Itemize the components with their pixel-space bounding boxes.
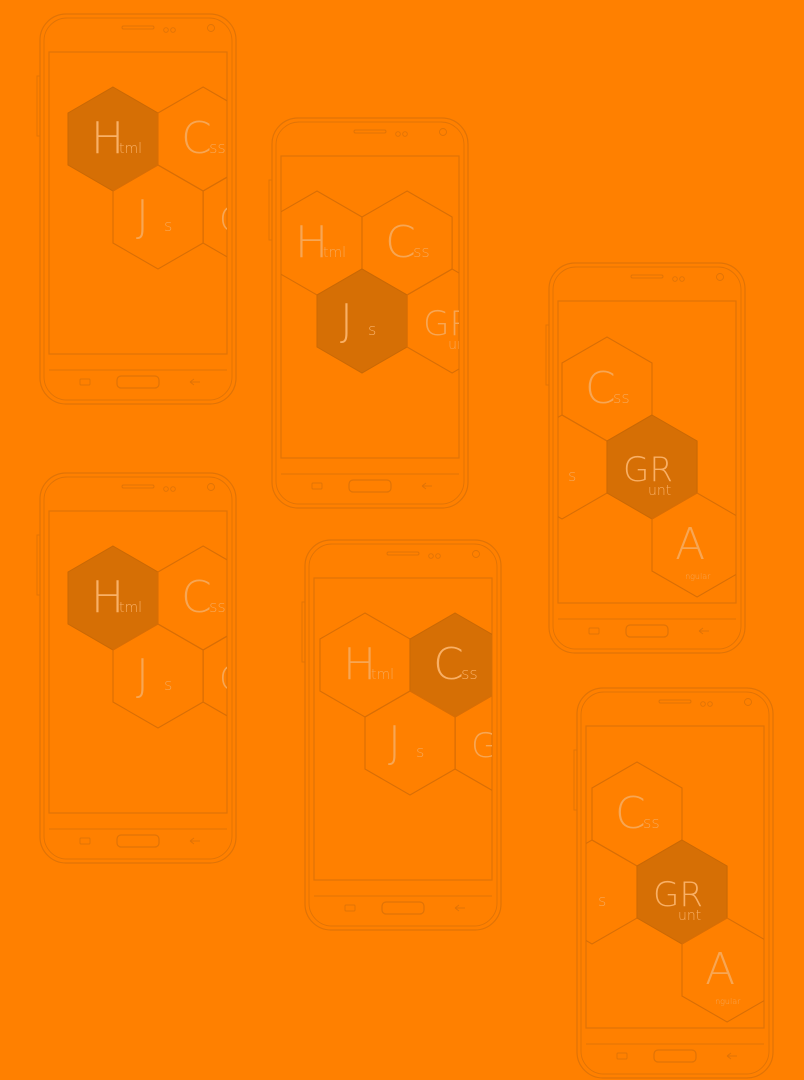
speaker-grille xyxy=(630,274,664,279)
tile-css-suffix: ss xyxy=(613,388,630,407)
tile-html-suffix: tml xyxy=(119,600,142,616)
front-camera-icon xyxy=(207,483,215,491)
tile-css-initial: C xyxy=(615,788,646,839)
tile-css-initial: C xyxy=(181,113,212,164)
tile-js-suffix: s xyxy=(598,891,606,910)
tile-grunt-initial: GR xyxy=(471,726,521,766)
tile-css-suffix: ss xyxy=(461,664,478,683)
recent-apps-icon xyxy=(79,378,91,386)
tile-js: Js xyxy=(316,268,408,374)
home-button xyxy=(348,479,392,493)
tile-grunt-suffix: unt xyxy=(244,233,267,249)
home-button xyxy=(653,1049,697,1063)
phone-3: CssJ s GRuntAngular xyxy=(540,262,746,654)
home-button xyxy=(116,375,160,389)
phones-illustration: Html CssJ s GRunt Html CssJ s GRuntCssJ s GRuntAn… xyxy=(36,13,774,1079)
tile-js-suffix: s xyxy=(416,742,424,761)
phone-4: Html CssJ s GRunt xyxy=(36,472,269,864)
tile-angular-initial: A xyxy=(705,944,735,995)
tile-grunt: GRunt xyxy=(202,635,269,717)
tile-grunt: GRunt xyxy=(606,414,698,520)
tile-js-suffix: s xyxy=(164,675,172,694)
speaker-grille xyxy=(386,551,420,556)
tile-grunt-suffix: unt xyxy=(678,908,701,924)
tile-css-suffix: ss xyxy=(643,813,660,832)
tile-grunt-initial: GR xyxy=(219,659,269,699)
front-camera-icon xyxy=(439,128,447,136)
back-icon xyxy=(698,627,709,635)
recent-apps-icon xyxy=(79,837,91,845)
tile-js-suffix: s xyxy=(568,466,576,485)
recent-apps-icon xyxy=(311,482,323,490)
tile-js: Js xyxy=(586,839,638,945)
tile-js-suffix: s xyxy=(164,216,172,235)
tile-js-initial: J xyxy=(136,191,149,242)
tile-html-suffix: tml xyxy=(323,245,346,261)
tile-js-initial: J xyxy=(136,650,149,701)
tile-html-suffix: tml xyxy=(371,667,394,683)
home-button xyxy=(116,834,160,848)
speaker-grille xyxy=(121,25,155,30)
speaker-grille xyxy=(353,129,387,134)
speaker-grille xyxy=(658,699,692,704)
back-icon xyxy=(454,904,465,912)
front-camera-icon xyxy=(207,24,215,32)
tile-angular-initial: A xyxy=(675,519,705,570)
tile-grunt: GRunt xyxy=(636,839,728,945)
back-icon xyxy=(726,1052,737,1060)
tile-grunt-suffix: unt xyxy=(648,483,671,499)
tile-grunt: GRunt xyxy=(202,176,269,258)
tile-css: Css xyxy=(157,86,227,192)
tile-css: Css xyxy=(409,612,492,718)
phone-2: Html CssJ s GRunt xyxy=(268,117,469,509)
front-camera-icon xyxy=(744,698,752,706)
phone-mockup-background: Html Css Js GR unt Html Css Js GR unt Css Js GR unt An… xyxy=(0,0,804,1080)
phone-5: Html CssJ s GRunt xyxy=(301,539,521,931)
back-icon xyxy=(421,482,432,490)
phone-6: Css J s GRuntAngular xyxy=(573,687,774,1079)
tile-html: Html xyxy=(319,612,411,718)
front-camera-icon xyxy=(472,550,480,558)
tile-js-initial: J xyxy=(340,295,353,346)
recent-apps-icon xyxy=(344,904,356,912)
tile-css-initial: C xyxy=(181,572,212,623)
back-icon xyxy=(189,378,200,386)
tile-angular-suffix: ngular xyxy=(685,572,711,581)
tile-html: Html xyxy=(67,545,159,651)
tile-css-initial: C xyxy=(385,217,416,268)
tile-js-initial: J xyxy=(540,441,553,492)
home-button xyxy=(625,624,669,638)
tile-js-initial: J xyxy=(388,717,401,768)
tile-css-suffix: ss xyxy=(413,242,430,261)
front-camera-icon xyxy=(716,273,724,281)
tile-grunt: GRunt xyxy=(406,268,459,374)
tile-css: Css xyxy=(157,545,227,651)
tile-grunt-suffix: unt xyxy=(244,692,267,708)
phone-1: Html CssJ s GRunt xyxy=(36,13,269,405)
tile-css-suffix: ss xyxy=(209,138,226,157)
tile-js: Js xyxy=(540,414,608,520)
tile-css-initial: C xyxy=(585,363,616,414)
tile-grunt-initial: GR xyxy=(219,200,269,240)
recent-apps-icon xyxy=(588,627,600,635)
back-icon xyxy=(189,837,200,845)
tile-html: Html xyxy=(67,86,159,192)
tile-js-suffix: s xyxy=(368,320,376,339)
tile-html-suffix: tml xyxy=(119,141,142,157)
recent-apps-icon xyxy=(616,1052,628,1060)
speaker-grille xyxy=(121,484,155,489)
home-button xyxy=(381,901,425,915)
tile-css-initial: C xyxy=(433,639,464,690)
tile-css-suffix: ss xyxy=(209,597,226,616)
tile-angular-suffix: ngular xyxy=(715,997,741,1006)
tile-grunt-suffix: unt xyxy=(496,759,519,775)
